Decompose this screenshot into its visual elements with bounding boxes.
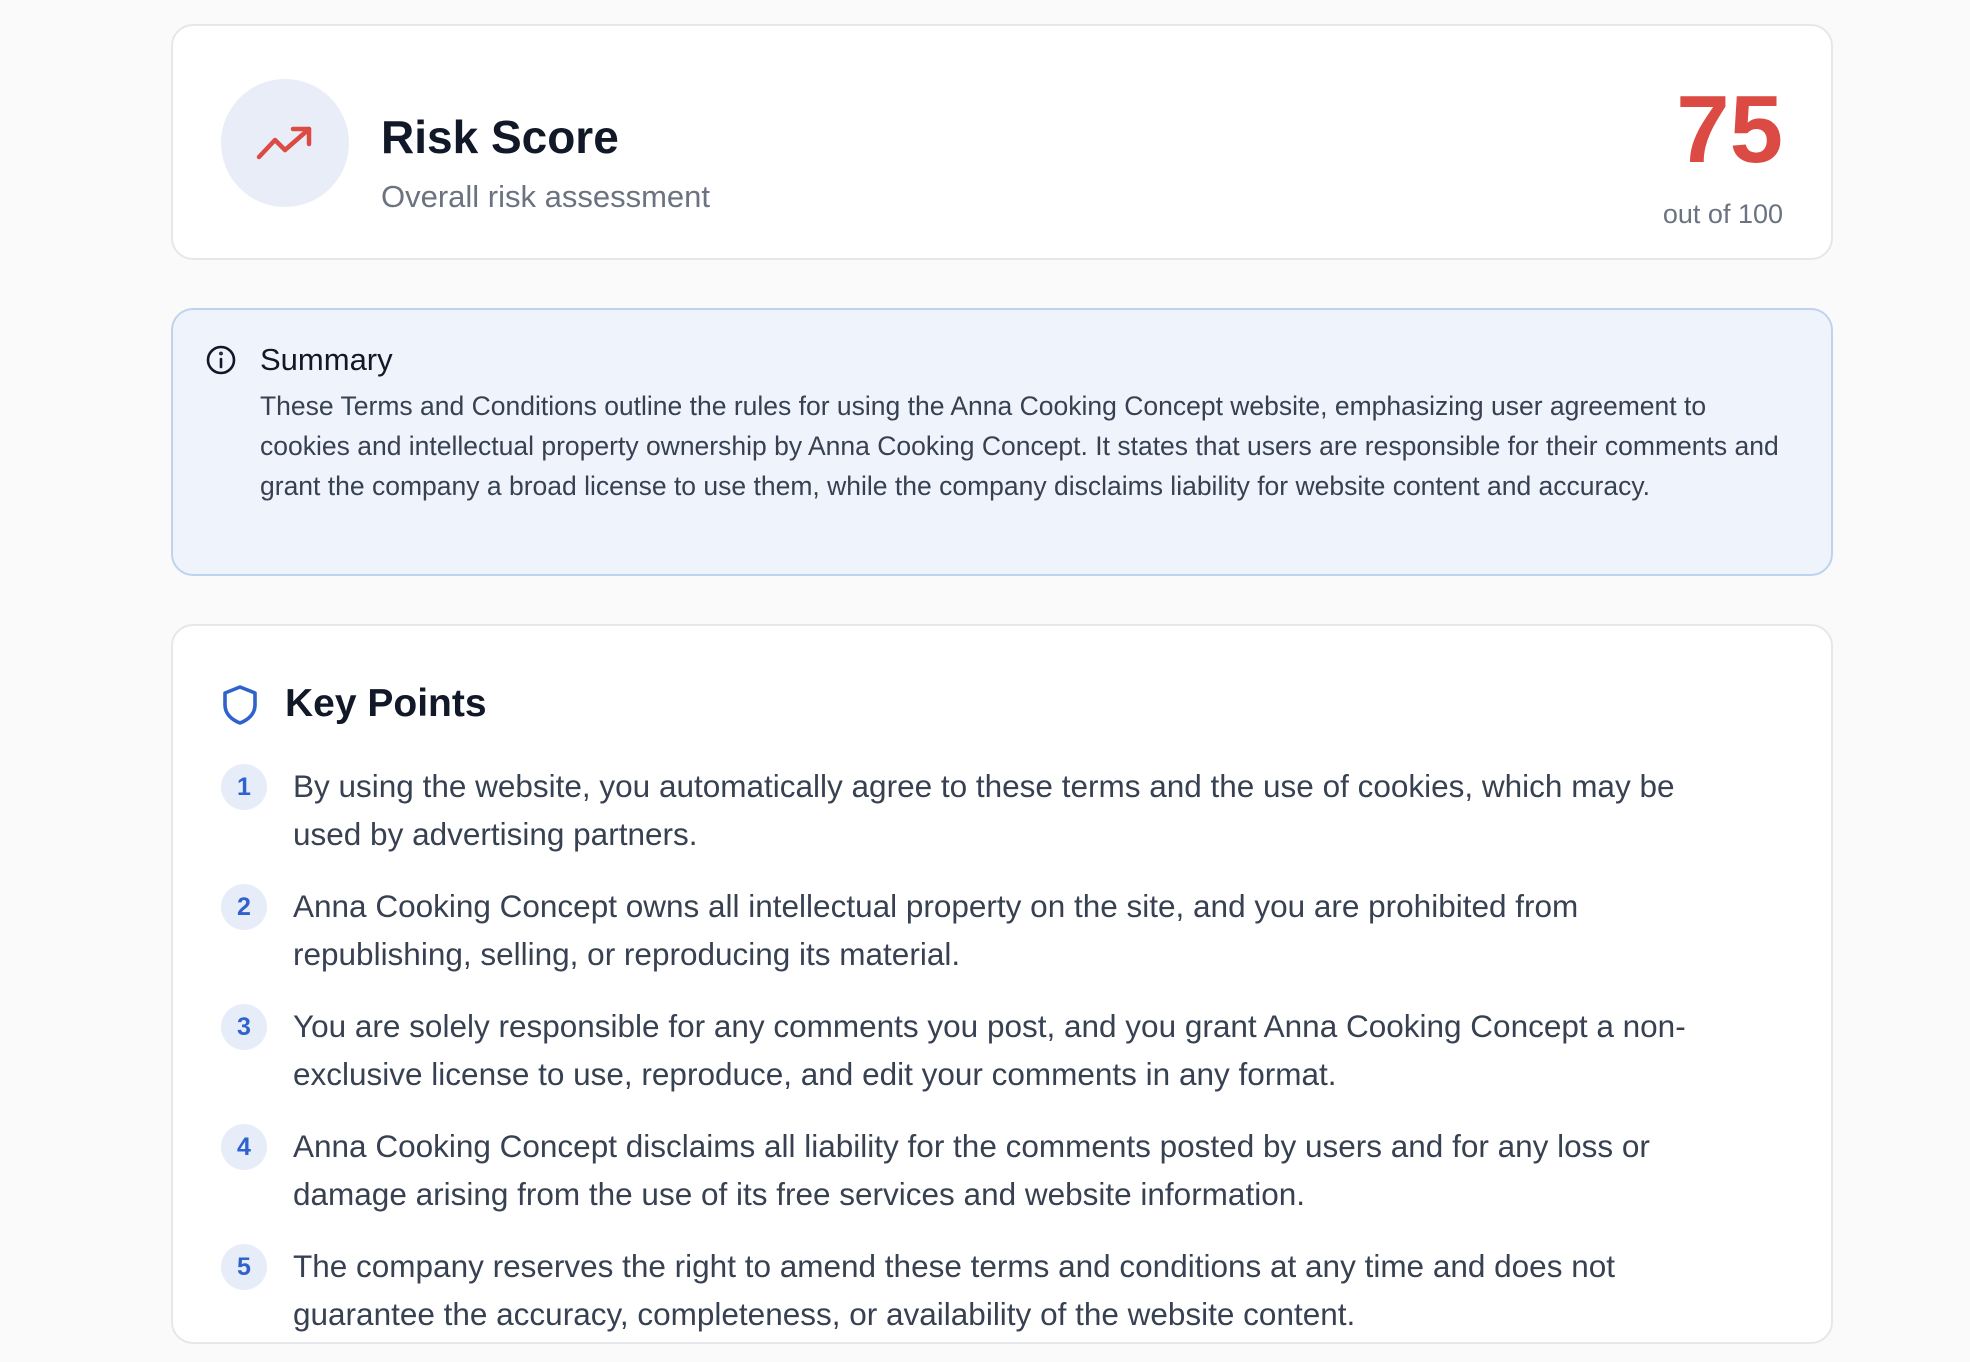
key-point-number: 4 <box>221 1124 267 1170</box>
risk-title: Risk Score <box>381 111 619 163</box>
risk-subtitle: Overall risk assessment <box>381 179 711 214</box>
risk-score-value: 75 <box>1676 76 1783 183</box>
summary-text: These Terms and Conditions outline the r… <box>260 391 1779 501</box>
risk-score-scale: out of 100 <box>1662 199 1783 229</box>
key-point-text: The company reserves the right to amend … <box>293 1248 1615 1332</box>
summary-title: Summary <box>260 342 393 377</box>
key-point-number: 5 <box>221 1244 267 1290</box>
risk-icon-circle <box>221 79 349 207</box>
risk-score-card: Risk Score Overall risk assessment 75 ou… <box>171 24 1833 260</box>
key-point-item: 4 Anna Cooking Concept disclaims all lia… <box>221 1122 1741 1218</box>
key-point-number: 2 <box>221 884 267 930</box>
key-point-item: 1 By using the website, you automaticall… <box>221 762 1741 858</box>
key-point-number: 3 <box>221 1004 267 1050</box>
key-point-item: 3 You are solely responsible for any com… <box>221 1002 1741 1098</box>
key-point-text: Anna Cooking Concept owns all intellectu… <box>293 888 1579 972</box>
key-point-item: 2 Anna Cooking Concept owns all intellec… <box>221 882 1741 978</box>
key-points-title: Key Points <box>285 682 487 725</box>
key-points-list: 1 By using the website, you automaticall… <box>221 762 1741 1362</box>
key-point-text: By using the website, you automatically … <box>293 768 1675 852</box>
key-point-text: You are solely responsible for any comme… <box>293 1008 1686 1092</box>
key-point-item: 5 The company reserves the right to amen… <box>221 1242 1741 1338</box>
trending-up-icon <box>256 126 312 160</box>
shield-icon <box>223 685 257 725</box>
summary-card: Summary These Terms and Conditions outli… <box>171 308 1833 576</box>
key-point-number: 1 <box>221 764 267 810</box>
key-point-text: Anna Cooking Concept disclaims all liabi… <box>293 1128 1650 1212</box>
key-points-card: Key Points 1 By using the website, you a… <box>171 624 1833 1344</box>
info-icon <box>206 345 236 375</box>
